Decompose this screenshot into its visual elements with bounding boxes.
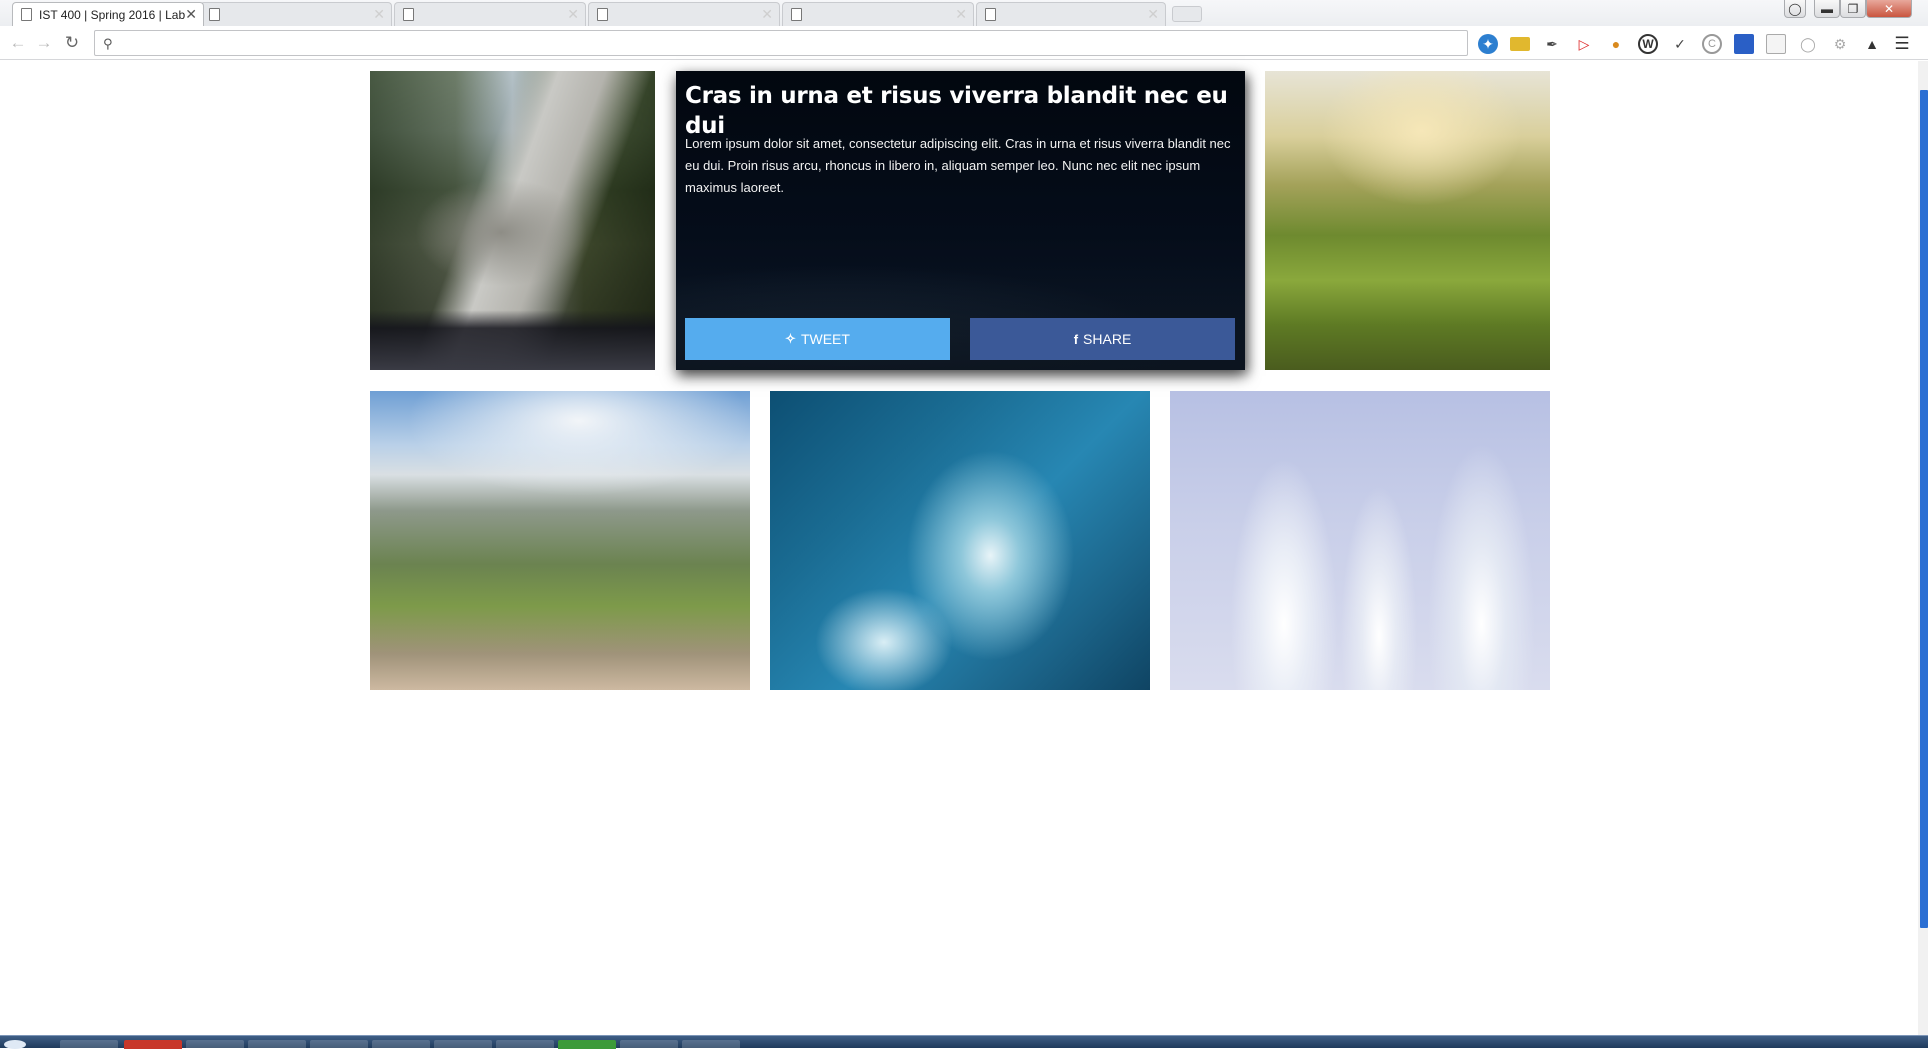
snow-trees-photo (1170, 391, 1550, 690)
gear-icon[interactable]: ⚙ (1830, 34, 1850, 54)
tab-strip: IST 400 | Spring 2016 | Lab ✕ ✕ ✕ ✕ ✕ ✕ … (0, 0, 1928, 26)
page-icon (209, 8, 220, 21)
vertical-scrollbar[interactable] (1918, 61, 1928, 1035)
menu-icon[interactable]: ☰ (1892, 34, 1912, 54)
share-label: SHARE (1083, 331, 1132, 347)
share-button[interactable]: f SHARE (970, 318, 1235, 360)
photo-tile-vineyard[interactable] (1265, 71, 1550, 370)
close-icon[interactable]: ✕ (567, 6, 579, 23)
tab-2[interactable]: ✕ (200, 2, 392, 26)
ruler-icon[interactable] (1510, 37, 1530, 51)
twitter-icon: ✧ (785, 331, 796, 346)
scrollbar-thumb[interactable] (1920, 90, 1928, 928)
maximize-button[interactable]: ❐ (1840, 0, 1866, 18)
reload-icon: ↻ (64, 33, 80, 52)
photo-tile-snow[interactable] (1170, 391, 1550, 690)
sync-icon[interactable]: ◯ (1798, 34, 1818, 54)
photo-tile-mountain[interactable] (370, 391, 750, 690)
flag-icon[interactable]: ▷ (1574, 34, 1594, 54)
browser-toolbar: ← → ↻ ⚲ ✦ ✒ ▷ ● W ✓ C ◯ ⚙ ▲ ☰ (0, 26, 1928, 60)
close-icon: ✕ (1883, 1, 1895, 16)
minimize-button[interactable]: ▬ (1814, 0, 1840, 18)
forward-button[interactable]: → (34, 34, 54, 52)
bird-icon[interactable]: ✦ (1478, 34, 1498, 54)
card-title: Cras in urna et risus viverra blandit ne… (685, 83, 1228, 139)
cookie-icon[interactable]: ● (1606, 34, 1626, 54)
tweet-label: TWEET (800, 331, 850, 347)
vineyard-photo (1265, 71, 1550, 370)
person-icon: ◯ (1788, 1, 1802, 16)
close-icon[interactable]: ✕ (185, 6, 197, 23)
minimize-icon: ▬ (1821, 1, 1833, 16)
window-close-button[interactable]: ✕ (1866, 0, 1912, 18)
card-body: Lorem ipsum dolor sit amet, consectetur … (685, 136, 1231, 195)
page-icon (791, 8, 802, 21)
mountain-photo (370, 391, 750, 690)
wordpress-icon[interactable]: W (1638, 34, 1658, 54)
grid-icon[interactable] (1734, 34, 1754, 54)
address-input[interactable] (123, 34, 1453, 52)
search-icon: ⚲ (103, 36, 113, 51)
road-photo (370, 71, 655, 370)
close-icon[interactable]: ✕ (955, 6, 967, 23)
reload-button[interactable]: ↻ (62, 34, 82, 52)
close-icon[interactable]: ✕ (373, 6, 385, 23)
back-button[interactable]: ← (8, 34, 28, 52)
page-icon (985, 8, 996, 21)
photo-tile-road[interactable] (370, 71, 655, 370)
c-circle-icon[interactable]: C (1702, 34, 1722, 54)
facebook-icon: f (1073, 331, 1079, 347)
tab-3[interactable]: ✕ (394, 2, 586, 26)
tweet-button[interactable]: ✧ TWEET (685, 318, 950, 360)
tab-4[interactable]: ✕ (588, 2, 780, 26)
address-bar[interactable]: ⚲ (94, 30, 1468, 56)
featured-card: Cras in urna et risus viverra blandit ne… (676, 71, 1245, 370)
tab-title: IST 400 | Spring 2016 | Lab (39, 7, 186, 22)
new-tab-button[interactable] (1172, 6, 1202, 22)
eyedropper-icon[interactable]: ✒ (1542, 34, 1562, 54)
close-icon[interactable]: ✕ (1147, 6, 1159, 23)
page-icon (21, 8, 32, 21)
tab-ist400[interactable]: IST 400 | Spring 2016 | Lab ✕ (12, 2, 204, 26)
wappalyzer-icon[interactable]: ✓ (1670, 34, 1690, 54)
page-icon (403, 8, 414, 21)
forward-arrow-icon: → (35, 33, 53, 52)
photo-tile-water[interactable] (770, 391, 1150, 690)
alert-icon[interactable]: ▲ (1862, 34, 1882, 54)
water-photo (770, 391, 1150, 690)
profile-button[interactable]: ◯ (1784, 0, 1806, 18)
tab-6[interactable]: ✕ (976, 2, 1166, 26)
page-icon (597, 8, 608, 21)
tab-5[interactable]: ✕ (782, 2, 974, 26)
os-taskbar (0, 1035, 1928, 1049)
maximize-icon: ❐ (1847, 1, 1859, 16)
close-icon[interactable]: ✕ (761, 6, 773, 23)
back-arrow-icon: ← (9, 33, 27, 52)
page-icon[interactable] (1766, 34, 1786, 54)
